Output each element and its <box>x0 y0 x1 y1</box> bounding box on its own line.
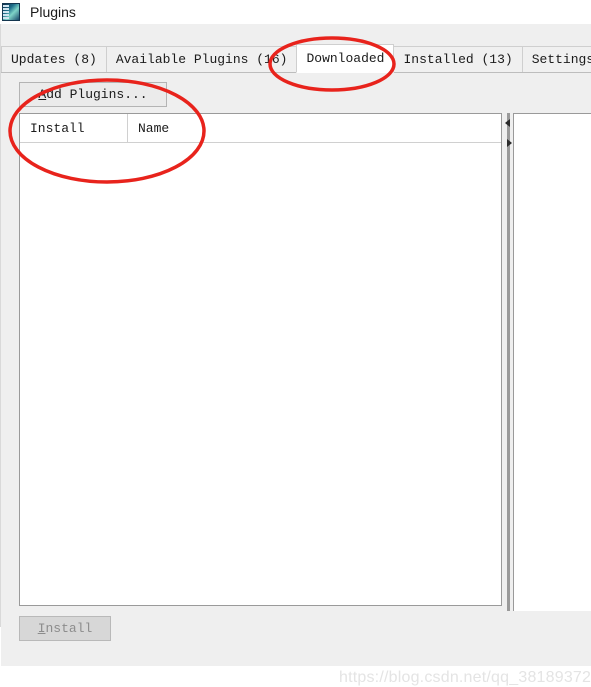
triangle-left-icon[interactable] <box>505 119 510 127</box>
add-plugins-label: dd Plugins... <box>46 87 148 102</box>
tab-content-downloaded: Add Plugins... Install Name Install http… <box>1 72 591 686</box>
footer-bar: Install https://blog.csdn.net/qq_3818937… <box>1 611 591 686</box>
install-button[interactable]: Install <box>19 616 111 641</box>
column-header-install[interactable]: Install <box>20 114 128 142</box>
install-mnemonic: I <box>37 621 46 636</box>
title-bar: Plugins <box>0 0 591 24</box>
toolbar-row: Add Plugins... <box>10 78 502 111</box>
left-pane: Add Plugins... Install Name <box>10 78 502 611</box>
tab-strip: Updates (8) Available Plugins (16) Downl… <box>1 42 591 73</box>
tab-downloaded[interactable]: Downloaded <box>296 44 395 73</box>
table-body[interactable] <box>20 143 501 605</box>
tab-updates[interactable]: Updates (8) <box>1 46 107 73</box>
install-label: nstall <box>45 621 93 636</box>
tab-available-plugins[interactable]: Available Plugins (16) <box>105 46 298 73</box>
column-header-name[interactable]: Name <box>128 114 501 142</box>
splitter-bar[interactable] <box>507 113 510 641</box>
table-header-row: Install Name <box>20 114 501 143</box>
add-plugins-button[interactable]: Add Plugins... <box>19 82 167 107</box>
watermark-text: https://blog.csdn.net/qq_38189372 <box>339 669 591 686</box>
window-title: Plugins <box>30 4 76 20</box>
tab-settings[interactable]: Settings <box>521 46 591 73</box>
plugins-table[interactable]: Install Name <box>19 113 502 606</box>
window-body: Updates (8) Available Plugins (16) Downl… <box>0 24 591 686</box>
tab-installed[interactable]: Installed (13) <box>393 46 523 73</box>
app-icon <box>2 3 20 21</box>
add-plugins-mnemonic: A <box>38 87 47 102</box>
details-pane <box>513 113 591 641</box>
triangle-right-icon[interactable] <box>507 139 512 147</box>
pane-splitter[interactable] <box>504 113 513 641</box>
